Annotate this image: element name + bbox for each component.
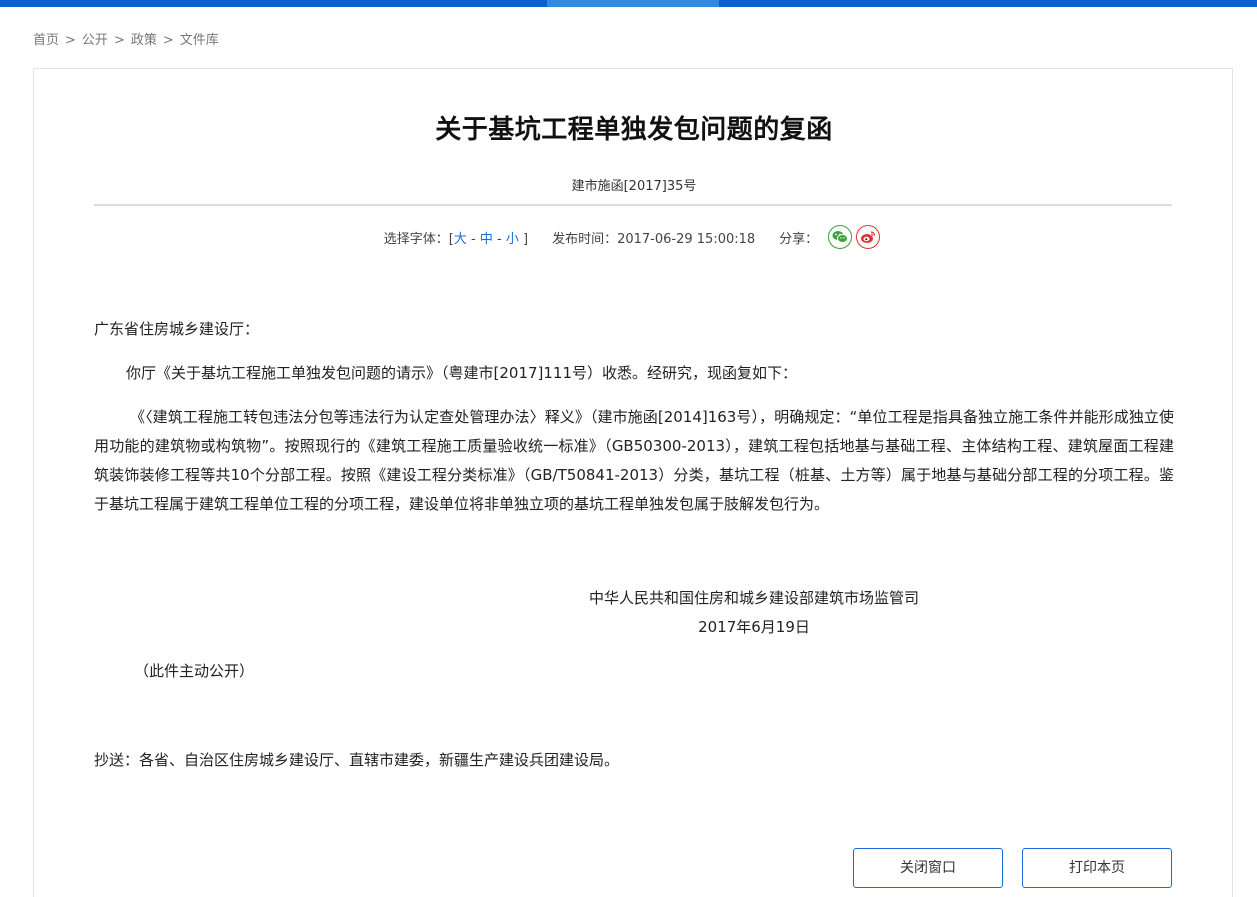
document-meta: 选择字体：[大 - 中 - 小 ] 发布时间：2017-06-29 15:00:… xyxy=(34,224,1234,250)
font-select-suffix: ] xyxy=(518,231,529,247)
signature-organization: 中华人民共和国住房和城乡建设部建筑市场监管司 xyxy=(588,589,919,607)
breadcrumb-separator: > xyxy=(65,33,76,48)
font-size-selector: 选择字体：[大 - 中 - 小 ] xyxy=(384,228,528,247)
close-window-button[interactable]: 关闭窗口 xyxy=(853,848,1003,888)
weibo-icon[interactable] xyxy=(856,225,881,249)
top-nav-active-segment[interactable] xyxy=(547,0,719,7)
addressee: 广东省住房城乡建设厅： xyxy=(94,320,260,338)
signature-block: 中华人民共和国住房和城乡建设部建筑市场监管司 2017年6月19日 xyxy=(574,584,934,642)
breadcrumb-policy[interactable]: 政策 xyxy=(131,33,157,48)
breadcrumb: 首页 > 公开 > 政策 > 文件库 xyxy=(33,29,219,48)
breadcrumb-file-library[interactable]: 文件库 xyxy=(180,33,219,48)
body-paragraph: 你厅《关于基坑工程施工单独发包问题的请示》（粤建市[2017]111号）收悉。经… xyxy=(126,364,798,382)
breadcrumb-separator: > xyxy=(162,33,174,48)
font-dash: - xyxy=(492,231,506,247)
font-select-prefix: 选择字体：[ xyxy=(383,231,454,247)
document-container: 关于基坑工程单独发包问题的复函 建市施函[2017]35号 选择字体：[大 - … xyxy=(33,68,1233,897)
publish-label: 发布时间： xyxy=(552,231,618,247)
publish-time-value: 2017-06-29 15:00:18 xyxy=(617,231,756,247)
breadcrumb-home[interactable]: 首页 xyxy=(33,33,59,48)
share-label: 分享： xyxy=(779,231,819,247)
print-page-button[interactable]: 打印本页 xyxy=(1022,848,1172,888)
breadcrumb-public[interactable]: 公开 xyxy=(82,33,108,48)
wechat-icon[interactable] xyxy=(828,225,853,249)
signature-date: 2017年6月19日 xyxy=(698,618,810,636)
top-nav-bar xyxy=(0,0,1257,7)
body-paragraph: 《〈建筑工程施工转包违法分包等违法行为认定查处管理办法〉释义》（建市施函[201… xyxy=(94,408,1174,513)
document-number: 建市施函[2017]35号 xyxy=(571,179,697,194)
breadcrumb-separator: > xyxy=(113,33,125,48)
font-dash: - xyxy=(466,231,480,247)
cc-recipients: 抄送：各省、自治区住房城乡建设厅、直辖市建委，新疆生产建设兵团建设局。 xyxy=(94,751,620,769)
title-divider xyxy=(94,204,1172,206)
font-medium-link[interactable]: 中 xyxy=(480,232,493,247)
public-disclosure-note: （此件主动公开） xyxy=(134,662,255,680)
document-title: 关于基坑工程单独发包问题的复函 xyxy=(435,115,833,145)
font-large-link[interactable]: 大 xyxy=(454,232,467,247)
font-small-link[interactable]: 小 xyxy=(506,232,519,247)
publish-time: 发布时间：2017-06-29 15:00:18 xyxy=(552,228,755,247)
